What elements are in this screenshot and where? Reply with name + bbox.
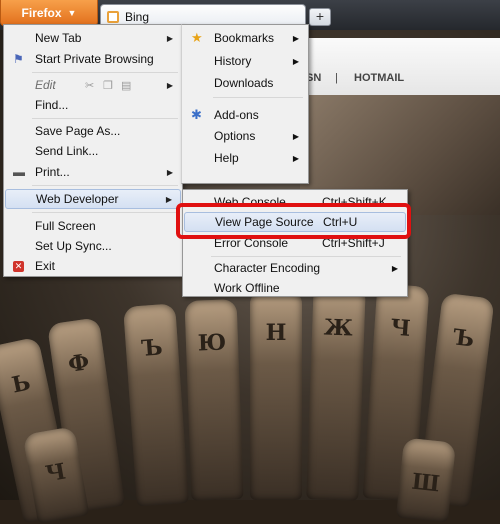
firefox-menu-label: Firefox <box>21 5 62 20</box>
menu-item-label: History <box>214 54 252 68</box>
dropdown-arrow-icon: ▼ <box>67 7 77 18</box>
submenu-arrow-icon: ▶ <box>166 33 173 43</box>
menu-item-label: Help <box>214 151 239 165</box>
menu-item-edit[interactable]: Edit ✂ ❐ ▤ ▶ <box>5 75 181 95</box>
typewriter-key: Ъ <box>123 303 189 507</box>
menu-item-web-developer[interactable]: Web Developer ▶ <box>5 189 181 209</box>
menu-item-new-tab[interactable]: New Tab ▶ <box>5 28 181 48</box>
copy-icon[interactable]: ❐ <box>103 79 113 92</box>
menu-separator <box>32 72 178 73</box>
submenu-arrow-icon: ▶ <box>166 80 173 90</box>
star-icon: ★ <box>191 30 203 45</box>
menu-separator <box>32 118 178 119</box>
cut-icon[interactable]: ✂ <box>85 79 94 92</box>
menu-item-label: Send Link... <box>35 144 99 158</box>
submenu-arrow-icon: ▶ <box>292 131 299 141</box>
menu-separator <box>32 185 178 186</box>
submenu-arrow-icon: ▶ <box>292 33 299 43</box>
submenu-arrow-icon: ▶ <box>292 153 299 163</box>
menu-item-downloads[interactable]: Downloads <box>183 73 307 93</box>
menu-item-help[interactable]: Help ▶ <box>183 148 307 168</box>
firefox-main-menu: New Tab ▶ ⚑ Start Private Browsing Edit … <box>3 24 183 277</box>
menu-item-history[interactable]: History ▶ <box>183 51 307 71</box>
typewriter-key: Ю <box>184 299 244 501</box>
highlight-annotation-box <box>176 203 411 239</box>
nav-separator: | <box>335 72 338 84</box>
typewriter-key: Ш <box>395 437 457 523</box>
menu-item-label: Work Offline <box>214 281 280 295</box>
menu-item-exit[interactable]: ✕ Exit <box>5 256 181 276</box>
menu-item-work-offline[interactable]: Work Offline <box>184 278 406 298</box>
menu-item-private-browsing[interactable]: ⚑ Start Private Browsing <box>5 49 181 69</box>
menu-item-label: Add-ons <box>214 108 259 122</box>
typewriter-key: Ж <box>306 284 366 501</box>
menu-item-label: Downloads <box>214 76 274 90</box>
menu-item-find[interactable]: Find... <box>5 95 181 115</box>
menu-item-label: Full Screen <box>35 219 96 233</box>
new-tab-button[interactable]: + <box>309 8 331 26</box>
menu-item-label: New Tab <box>35 31 82 45</box>
menu-item-label: Find... <box>35 98 69 112</box>
tab-title: Bing <box>125 9 150 24</box>
menu-item-character-encoding[interactable]: Character Encoding ▶ <box>184 258 406 278</box>
submenu-arrow-icon: ▶ <box>292 56 299 66</box>
menu-item-label: Start Private Browsing <box>35 52 154 66</box>
menu-item-label: Save Page As... <box>35 124 121 138</box>
firefox-menu-button[interactable]: Firefox ▼ <box>0 0 98 26</box>
menu-item-full-screen[interactable]: Full Screen <box>5 216 181 236</box>
print-icon: ▬ <box>13 165 25 179</box>
menu-item-options[interactable]: Options ▶ <box>183 126 307 146</box>
submenu-arrow-icon: ▶ <box>166 167 173 177</box>
menu-item-label: Web Developer <box>36 192 119 206</box>
menu-separator <box>32 212 178 213</box>
menu-item-label: Options <box>214 129 256 143</box>
nav-item-hotmail[interactable]: HOTMAIL <box>354 72 404 84</box>
menu-item-label: Exit <box>35 259 56 273</box>
menu-item-label: Set Up Sync... <box>35 239 112 253</box>
submenu-arrow-icon: ▶ <box>391 263 398 273</box>
menu-item-add-ons[interactable]: ✱ Add-ons <box>183 105 307 125</box>
menu-item-print[interactable]: ▬ Print... ▶ <box>5 162 181 182</box>
submenu-arrow-icon: ▶ <box>165 194 172 204</box>
typewriter-key: Н <box>250 290 302 500</box>
menu-item-set-up-sync[interactable]: Set Up Sync... <box>5 236 181 256</box>
menu-item-bookmarks[interactable]: ★ Bookmarks ▶ <box>183 28 307 48</box>
bing-favicon-icon <box>107 10 119 23</box>
exit-icon: ✕ <box>13 260 24 272</box>
menu-item-label: Character Encoding <box>214 261 321 275</box>
paste-icon[interactable]: ▤ <box>121 79 131 92</box>
private-browsing-icon: ⚑ <box>13 52 24 66</box>
menu-separator <box>213 97 303 98</box>
menu-item-label: Print... <box>35 165 70 179</box>
menu-item-send-link[interactable]: Send Link... <box>5 141 181 161</box>
menu-item-save-page-as[interactable]: Save Page As... <box>5 121 181 141</box>
menu-item-label: Edit <box>35 78 56 92</box>
menu-separator <box>211 256 401 257</box>
puzzle-icon: ✱ <box>191 107 202 122</box>
menu-item-label: Bookmarks <box>214 31 275 45</box>
typewriter-keys-image: Ь Ф Ъ Ю Н Ж Ч Ъ Ч Ш <box>0 280 500 524</box>
